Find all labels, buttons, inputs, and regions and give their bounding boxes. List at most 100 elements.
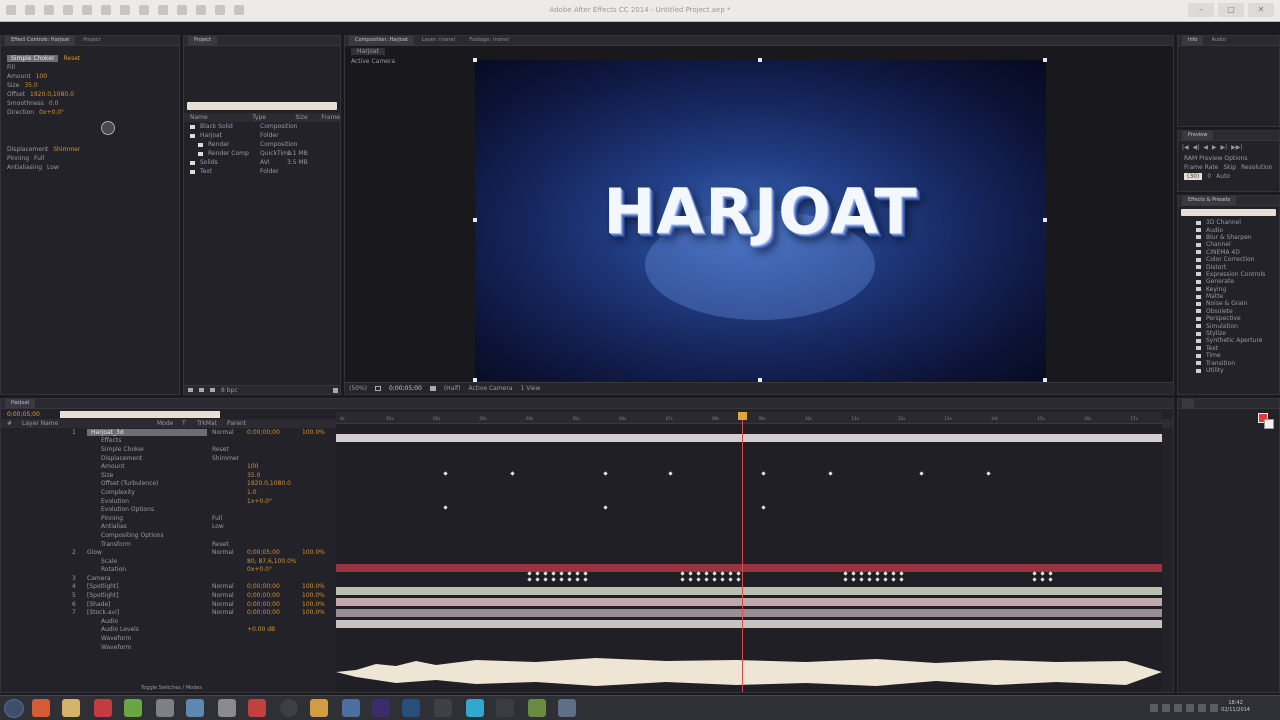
keyframe-marker[interactable] [575,571,580,576]
tab-effect-controls[interactable]: Effect Controls: Harjoat [5,36,76,45]
tray-icon[interactable] [1186,704,1194,712]
snapshot-icon[interactable] [429,386,436,391]
current-time-indicator[interactable] [742,412,743,692]
bbox-handle[interactable] [1043,218,1047,222]
keyframe-marker[interactable] [583,571,588,576]
effects-folder-item[interactable]: Audio [1178,226,1279,234]
tab-footage[interactable]: Footage: (none) [463,36,515,45]
rotation-dial[interactable] [101,121,115,135]
layer-mode[interactable]: Normal [212,609,242,616]
keyframe-marker[interactable] [986,471,991,476]
keyframe-marker[interactable] [1040,577,1045,582]
layer-value[interactable]: 0;00;00;00 [247,601,297,608]
list-item[interactable]: Render Comp QuickTime 1.1 MB [184,149,340,158]
layer-number[interactable]: 3 [72,575,82,582]
app-icon[interactable] [248,699,266,717]
comp-headline-text[interactable]: HARJOAT [475,175,1046,248]
next-frame-button[interactable]: ▶| [1221,144,1228,151]
playhead[interactable] [738,412,747,420]
effect-prop-value[interactable]: Low [47,164,59,171]
effect-prop-value[interactable]: 0.0 [49,100,59,107]
tab-composition[interactable]: Composition: Harjoat [349,36,414,45]
keyframe-marker[interactable] [761,471,766,476]
keyframe-marker[interactable] [510,471,515,476]
column-parent[interactable]: Parent [227,420,246,427]
keyframe-marker[interactable] [668,471,673,476]
resolution-field[interactable]: Auto [1216,173,1230,180]
layer-mode[interactable]: Full [212,515,242,522]
utorrent-icon[interactable] [124,699,142,717]
tab-effects-presets[interactable]: Effects & Presets [1182,196,1237,205]
keyframe-marker[interactable] [704,571,709,576]
keyframe-marker[interactable] [443,471,448,476]
app-icon[interactable] [186,699,204,717]
start-button[interactable] [4,699,24,718]
comp-viewer[interactable]: HARJOAT [475,60,1046,381]
keyframe-marker[interactable] [875,577,880,582]
effects-folder-item[interactable]: Stylize [1178,330,1279,337]
first-frame-button[interactable]: |◀ [1182,144,1189,151]
volume-icon[interactable] [1210,704,1218,712]
tab-project-panel[interactable]: Project [188,36,218,45]
layer-number[interactable]: 7 [72,609,82,616]
keyframe-marker[interactable] [859,571,864,576]
effects-folder-item[interactable]: Generate [1178,278,1279,285]
column-size[interactable]: Size [295,114,316,121]
bbox-handle[interactable] [473,58,477,62]
keyframe-marker[interactable] [867,577,872,582]
keyframe-marker[interactable] [543,577,548,582]
effect-prop-value[interactable]: 0x+0.0° [39,109,64,116]
app-icon[interactable] [434,699,452,717]
keyframe-marker[interactable] [728,571,733,576]
list-item[interactable]: Render Composition [184,140,340,149]
keyframe-marker[interactable] [899,571,904,576]
tab-layer[interactable]: Layer: (none) [416,36,462,45]
photoshop-icon[interactable] [402,699,420,717]
effects-folder-item[interactable]: Obsolete [1178,308,1279,315]
keyframe-marker[interactable] [535,577,540,582]
keyframe-marker[interactable] [1032,577,1037,582]
layer-mode[interactable]: Reset [212,446,242,453]
minecraft-icon[interactable] [528,699,546,717]
comp-breadcrumb[interactable]: Harjoat [351,47,386,55]
media-player-icon[interactable] [94,699,112,717]
keyframe-marker[interactable] [883,571,888,576]
keyframe-marker[interactable] [919,471,924,476]
keyframe-marker[interactable] [527,571,532,576]
keyframe-marker[interactable] [891,571,896,576]
tray-icon[interactable] [1198,704,1206,712]
view-select[interactable]: Active Camera [468,385,512,392]
layer-value[interactable]: 100 [247,463,297,470]
bbox-handle[interactable] [473,378,477,382]
effects-folder-item[interactable]: Simulation [1178,322,1279,330]
views-layout-select[interactable]: 1 View [521,385,541,392]
effect-name[interactable]: Simple Choker [7,55,59,62]
taskbar-clock[interactable]: 18:42 02/11/2014 [1221,700,1250,714]
maximize-button[interactable]: □ [1218,3,1244,17]
keyframe-marker[interactable] [1048,577,1053,582]
keyframe-marker[interactable] [843,577,848,582]
timeline-search-input[interactable] [59,410,220,418]
play-button[interactable]: ▶ [1212,144,1217,151]
timeline-timecode[interactable]: 0;00;05;00 [7,411,40,418]
keyframe-marker[interactable] [736,571,741,576]
layer-value[interactable]: +0.00 dB [247,626,297,633]
obs-icon[interactable] [280,699,298,717]
keyframe-marker[interactable] [680,577,685,582]
layer-bar[interactable] [336,609,1162,617]
keyframe-marker[interactable] [704,577,709,582]
tab-audio[interactable]: Audio [1205,36,1231,45]
effects-folder-item[interactable]: Transition [1178,359,1279,367]
keyframe-marker[interactable] [728,577,733,582]
layer-bar[interactable] [336,620,1162,628]
keyframe-marker[interactable] [828,471,833,476]
layer-value[interactable]: 0;00;00;00 [247,609,297,616]
skip-field[interactable]: 0 [1207,173,1211,180]
effects-folder-item[interactable]: Blur & Sharpen [1178,234,1279,241]
layer-value[interactable]: 1x+0.0° [247,498,297,505]
column-number[interactable]: # [7,420,17,427]
keyframe-marker[interactable] [559,577,564,582]
column-type[interactable]: Type [252,114,290,121]
layer-value[interactable]: 1920.0,1080.0 [247,480,297,487]
keyframe-marker[interactable] [551,577,556,582]
